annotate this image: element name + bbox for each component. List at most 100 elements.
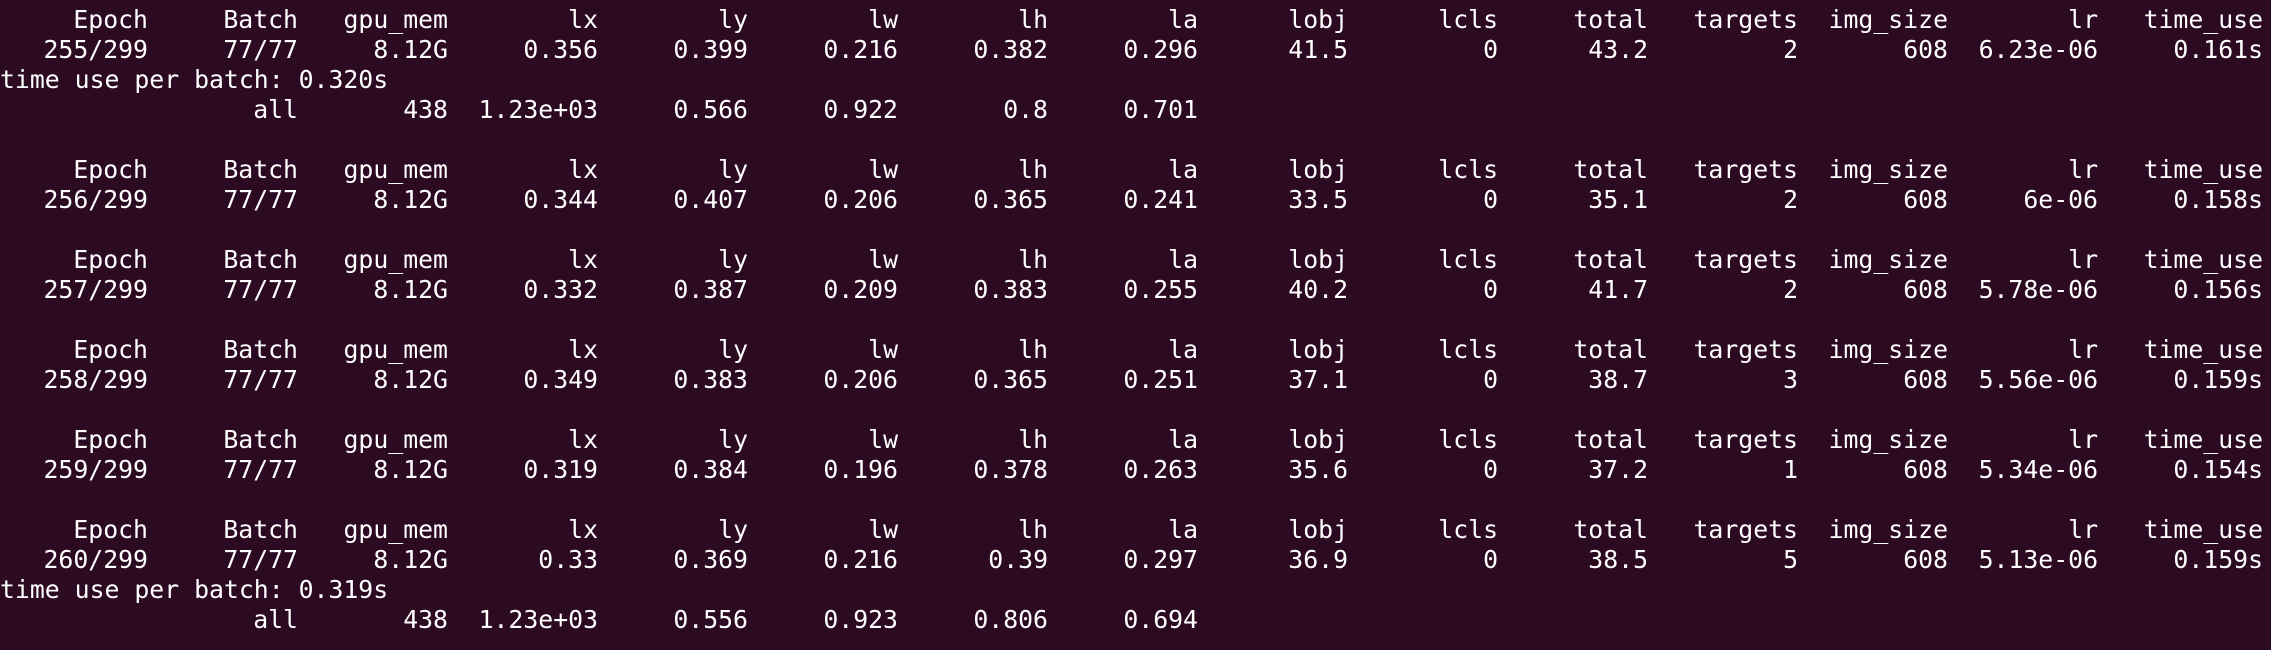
header-lh: lh [1018,155,1048,184]
header-lobj: lobj [1288,245,1348,274]
header-ly: ly [718,245,748,274]
header-lw: lw [868,515,898,544]
cell-total: 38.5 [1588,545,1648,574]
header-gpu-mem: gpu_mem [343,155,448,184]
cell-targets: 2 [1783,185,1798,214]
header-lobj: lobj [1288,335,1348,364]
cell-gpu-mem: 438 [403,95,448,124]
header-la: la [1168,155,1198,184]
cell-Batch: 77/77 [223,545,298,574]
header-row: Epoch Batch gpu_mem lx ly lw lh la lobj lcls total… [0,515,2271,545]
header-gpu-mem: gpu_mem [343,5,448,34]
cell-lcls: 0 [1483,455,1498,484]
cell-ly: 0.387 [673,275,748,304]
header-lh: lh [1018,245,1048,274]
cell-lobj: 41.5 [1288,35,1348,64]
cell-time-use: 0.156s [2173,275,2263,304]
cell-total: 41.7 [1588,275,1648,304]
cell-total: 38.7 [1588,365,1648,394]
batch-time-text: time use per batch: 0.319s [0,575,389,604]
header-lobj: lobj [1288,515,1348,544]
header-lr: lr [2068,245,2098,274]
header-targets: targets [1693,335,1798,364]
cell-lw: 0.922 [823,95,898,124]
cell-lr: 6e-06 [2023,185,2098,214]
header-la: la [1168,425,1198,454]
cell-lh: 0.8 [1003,95,1048,124]
cell-lx: 0.319 [523,455,598,484]
header-lobj: lobj [1288,5,1348,34]
cell-lw: 0.196 [823,455,898,484]
cell-gpu-mem: 8.12G [373,275,448,304]
cell-img-size: 608 [1903,275,1948,304]
header-targets: targets [1693,155,1798,184]
header-time-use: time_use [2143,425,2263,454]
cell-lh: 0.39 [988,545,1048,574]
cell-img-size: 608 [1903,35,1948,64]
cell-lw: 0.216 [823,545,898,574]
eval-summary-row: all 438 1.23e+03 0.556 0.923 0.806 0.694 [0,605,2271,635]
header-ly: ly [718,155,748,184]
header-Epoch: Epoch [73,245,148,274]
header-lw: lw [868,425,898,454]
header-img-size: img_size [1828,5,1948,34]
header-lobj: lobj [1288,425,1348,454]
cell-targets: 3 [1783,365,1798,394]
cell-lx: 1.23e+03 [478,95,598,124]
header-lw: lw [868,245,898,274]
cell-lr: 5.56e-06 [1978,365,2098,394]
cell-lh: 0.365 [973,185,1048,214]
header-total: total [1573,425,1648,454]
cell-lr: 5.34e-06 [1978,455,2098,484]
cell-time-use: 0.154s [2173,455,2263,484]
header-gpu-mem: gpu_mem [343,245,448,274]
header-lh: lh [1018,335,1048,364]
cell-Batch: 77/77 [223,275,298,304]
header-lw: lw [868,5,898,34]
epoch-progress-row: 258/299 77/77 8.12G 0.349 0.383 0.206 0.365 0.2… [0,365,2271,395]
terminal-output[interactable]: Epoch Batch gpu_mem lx ly lw lh la lobj lcls total… [0,5,2271,645]
header-img-size: img_size [1828,245,1948,274]
cell-lr: 5.78e-06 [1978,275,2098,304]
cell-lh: 0.806 [973,605,1048,634]
header-targets: targets [1693,245,1798,274]
header-row: Epoch Batch gpu_mem lx ly lw lh la lobj lcls total… [0,5,2271,35]
header-lx: lx [568,5,598,34]
cell-ly: 0.399 [673,35,748,64]
header-Batch: Batch [223,425,298,454]
cell-targets: 1 [1783,455,1798,484]
header-time-use: time_use [2143,5,2263,34]
header-ly: ly [718,335,748,364]
batch-time-line: time use per batch: 0.320s [0,65,2271,95]
cell-img-size: 608 [1903,185,1948,214]
cell-time-use: 0.158s [2173,185,2263,214]
header-row: Epoch Batch gpu_mem lx ly lw lh la lobj lcls total… [0,425,2271,455]
cell-lobj: 33.5 [1288,185,1348,214]
cell-la: 0.297 [1123,545,1198,574]
header-la: la [1168,515,1198,544]
cell-Batch: all [253,95,298,124]
cell-lh: 0.382 [973,35,1048,64]
cell-time-use: 0.159s [2173,365,2263,394]
cell-la: 0.296 [1123,35,1198,64]
cell-lr: 5.13e-06 [1978,545,2098,574]
cell-gpu-mem: 8.12G [373,35,448,64]
cell-la: 0.263 [1123,455,1198,484]
header-Epoch: Epoch [73,425,148,454]
header-lx: lx [568,335,598,364]
cell-img-size: 608 [1903,365,1948,394]
cell-img-size: 608 [1903,545,1948,574]
header-la: la [1168,335,1198,364]
cell-Batch: 77/77 [223,35,298,64]
header-row: Epoch Batch gpu_mem lx ly lw lh la lobj lcls total… [0,245,2271,275]
cell-lcls: 0 [1483,35,1498,64]
batch-time-text: time use per batch: 0.320s [0,65,389,94]
header-Epoch: Epoch [73,515,148,544]
header-img-size: img_size [1828,425,1948,454]
header-lr: lr [2068,335,2098,364]
header-lr: lr [2068,515,2098,544]
